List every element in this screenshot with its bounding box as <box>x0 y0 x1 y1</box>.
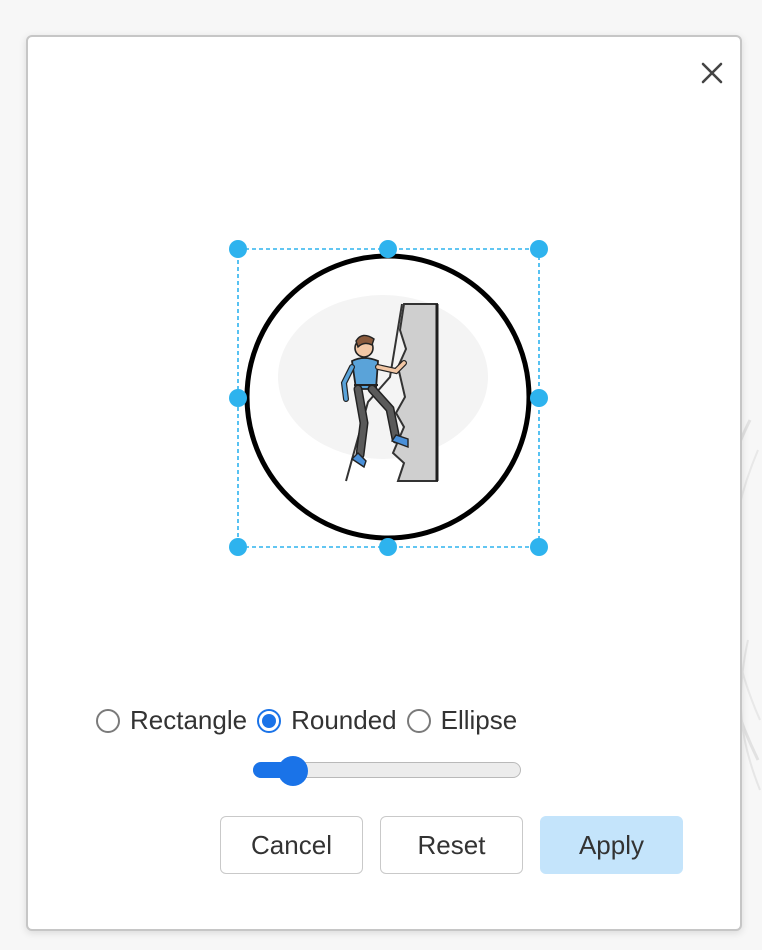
corner-radius-slider[interactable] <box>253 756 521 786</box>
resize-handle-bottom-right[interactable] <box>530 538 548 556</box>
radio-rectangle[interactable] <box>96 708 120 733</box>
crop-area[interactable] <box>218 227 558 567</box>
option-ellipse-label: Ellipse <box>440 705 518 735</box>
resize-handle-left[interactable] <box>229 389 247 407</box>
crop-dialog: Rectangle Rounded Ellipse Cancel Reset A… <box>26 35 742 931</box>
option-ellipse[interactable]: Ellipse <box>406 705 518 736</box>
resize-handle-top[interactable] <box>379 240 397 258</box>
resize-handle-bottom[interactable] <box>379 538 397 556</box>
close-button[interactable] <box>694 55 730 91</box>
slider-thumb[interactable] <box>278 756 308 786</box>
option-rectangle-label: Rectangle <box>130 705 248 735</box>
resize-handle-top-left[interactable] <box>229 240 247 258</box>
page: Rectangle Rounded Ellipse Cancel Reset A… <box>0 0 762 950</box>
close-icon <box>701 62 723 84</box>
option-rounded[interactable]: Rounded <box>257 705 397 736</box>
shape-options: Rectangle Rounded Ellipse <box>96 705 527 736</box>
radio-rounded[interactable] <box>257 708 282 733</box>
resize-handle-top-right[interactable] <box>530 240 548 258</box>
apply-button[interactable]: Apply <box>540 816 683 874</box>
illustration-bg <box>278 295 488 459</box>
option-rounded-label: Rounded <box>291 705 397 735</box>
cancel-button[interactable]: Cancel <box>220 816 363 874</box>
resize-handle-bottom-left[interactable] <box>229 538 247 556</box>
reset-button[interactable]: Reset <box>380 816 523 874</box>
resize-handle-right[interactable] <box>530 389 548 407</box>
option-rectangle[interactable]: Rectangle <box>96 705 247 736</box>
radio-ellipse[interactable] <box>406 708 431 733</box>
